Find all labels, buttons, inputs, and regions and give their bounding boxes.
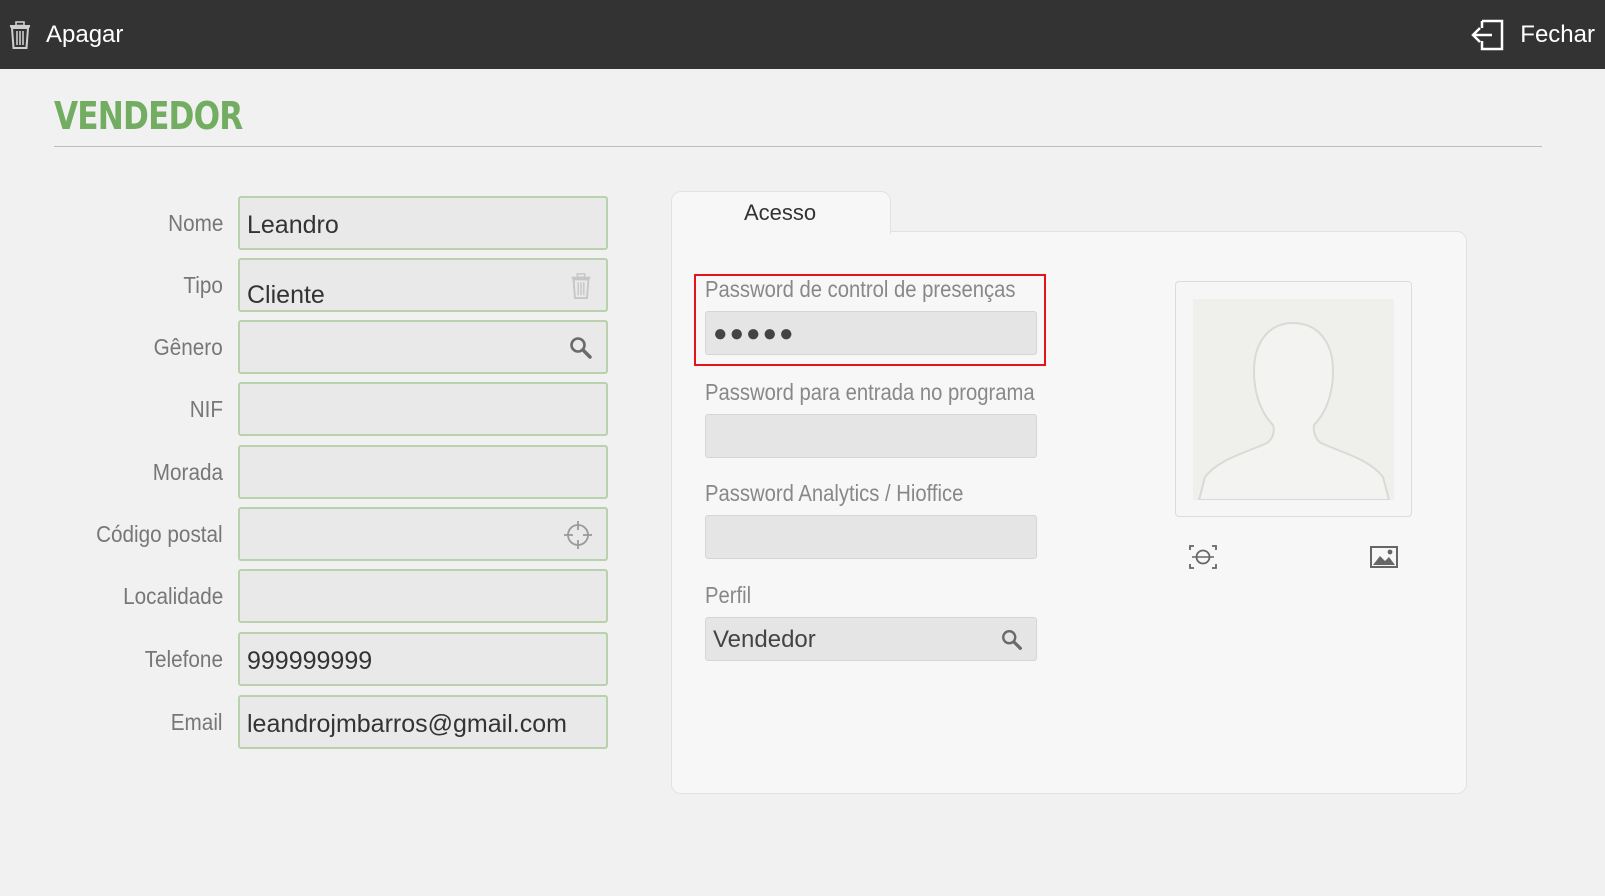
field-label-email: Email	[171, 709, 223, 735]
top-toolbar: Apagar Fechar	[0, 0, 1605, 69]
field-label-codigo-postal: Código postal	[96, 521, 223, 547]
attendance-password-label: Password de control de presenças	[705, 276, 1016, 302]
profile-value: Vendedor	[713, 626, 816, 653]
localidade-input[interactable]	[238, 569, 608, 623]
trash-icon	[10, 20, 30, 49]
analytics-password-input[interactable]	[705, 515, 1037, 559]
close-label: Fechar	[1520, 20, 1595, 48]
profile-input[interactable]: Vendedor	[705, 617, 1037, 661]
page-title: VENDEDOR	[54, 94, 243, 138]
field-row-localidade: Localidade	[0, 569, 610, 623]
field-row-morada: Morada	[0, 445, 610, 499]
nif-input[interactable]	[238, 382, 608, 436]
field-row-telefone: Telefone 999999999	[0, 632, 610, 686]
avatar-silhouette-icon	[1197, 321, 1391, 500]
morada-input[interactable]	[238, 445, 608, 499]
telefone-input[interactable]: 999999999	[238, 632, 608, 686]
crosshair-icon[interactable]	[563, 520, 593, 550]
exit-icon	[1471, 19, 1504, 50]
email-value: leandrojmbarros@gmail.com	[247, 710, 567, 738]
close-button[interactable]: Fechar	[1470, 0, 1595, 69]
field-row-nome: Nome Leandro	[0, 196, 610, 250]
photo-frame[interactable]	[1175, 281, 1412, 517]
program-password-label: Password para entrada no programa	[705, 379, 1035, 405]
image-icon[interactable]	[1370, 545, 1398, 569]
field-row-nif: NIF	[0, 382, 610, 436]
field-label-nif: NIF	[189, 396, 223, 422]
analytics-password-label: Password Analytics / Hioffice	[705, 480, 964, 506]
delete-button[interactable]: Apagar	[8, 0, 123, 69]
genero-input[interactable]	[238, 320, 608, 374]
field-label-morada: Morada	[152, 459, 223, 485]
email-input[interactable]: leandrojmbarros@gmail.com	[238, 695, 608, 749]
field-row-codigo-postal: Código postal	[0, 507, 610, 561]
tipo-input[interactable]: Cliente	[238, 258, 608, 312]
field-row-tipo: Tipo Cliente	[0, 258, 610, 312]
search-icon[interactable]	[1000, 628, 1024, 652]
program-password-input[interactable]	[705, 414, 1037, 458]
field-label-telefone: Telefone	[144, 646, 223, 672]
delete-label: Apagar	[46, 20, 124, 48]
field-row-genero: Gênero	[0, 320, 610, 374]
telefone-value: 999999999	[247, 647, 373, 675]
trash-icon[interactable]	[568, 273, 594, 299]
tab-join	[672, 228, 888, 234]
camera-icon[interactable]	[1188, 544, 1218, 570]
attendance-password-input[interactable]: ●●●●●	[705, 311, 1037, 355]
tipo-value: Cliente	[247, 281, 325, 309]
profile-label: Perfil	[705, 582, 752, 608]
field-label-localidade: Localidade	[122, 583, 223, 609]
nome-input[interactable]: Leandro	[238, 196, 608, 250]
attendance-password-value: ●●●●●	[713, 320, 796, 347]
field-row-email: Email leandrojmbarros@gmail.com	[0, 695, 610, 749]
title-divider	[54, 146, 1542, 147]
field-label-genero: Gênero	[153, 334, 223, 360]
field-label-nome: Nome	[167, 210, 223, 236]
photo-placeholder	[1193, 299, 1394, 500]
field-label-tipo: Tipo	[183, 272, 223, 298]
search-icon[interactable]	[568, 335, 594, 361]
nome-value: Leandro	[247, 211, 339, 239]
codigo-postal-input[interactable]	[238, 507, 608, 561]
